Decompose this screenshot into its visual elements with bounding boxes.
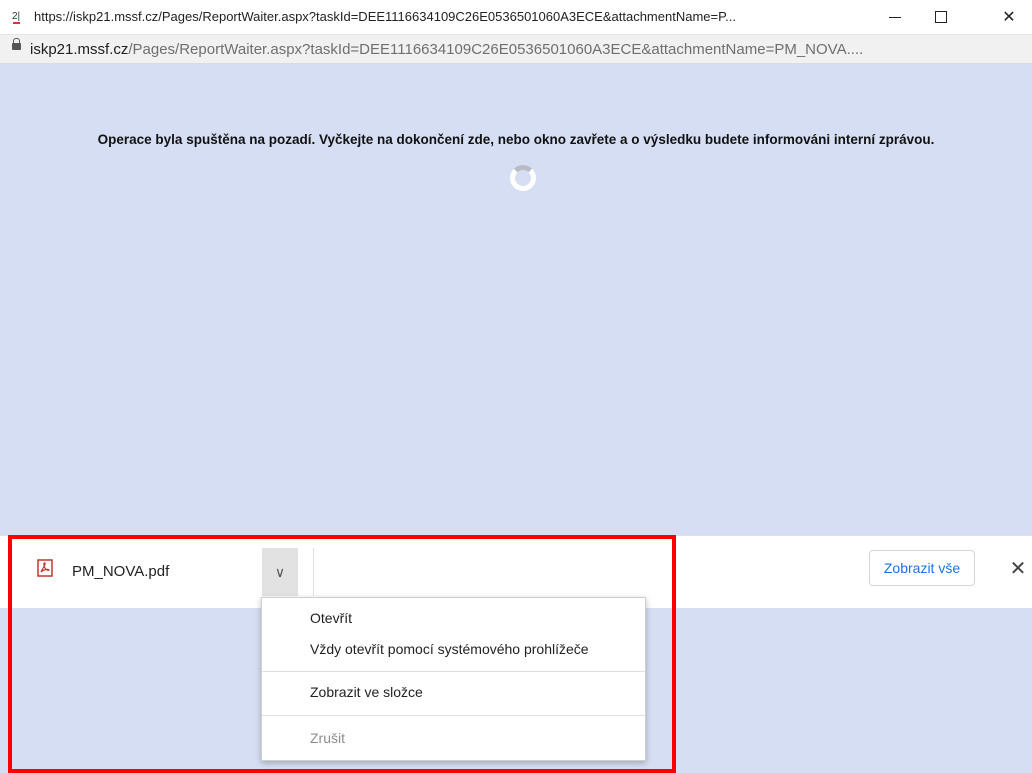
minimize-icon [889,16,901,18]
show-all-button[interactable]: Zobrazit vše [869,550,975,586]
menu-separator [262,715,645,716]
loading-spinner-icon [510,165,536,191]
lock-icon[interactable] [12,38,21,50]
app-icon: 2| [12,11,21,24]
download-separator [313,548,314,596]
download-item[interactable]: PM_NOVA.pdf [22,554,262,590]
download-file-name: PM_NOVA.pdf [72,563,170,580]
window-title: https://iskp21.mssf.cz/Pages/ReportWaite… [34,9,736,24]
address-bar[interactable]: iskp21.mssf.cz/Pages/ReportWaiter.aspx?t… [0,35,1032,64]
close-icon: ✕ [1009,557,1027,580]
pdf-file-icon [37,559,53,577]
download-options-button[interactable]: ∨ [262,548,298,596]
menu-item-cancel[interactable]: Zrušit [310,730,345,746]
address-text[interactable]: iskp21.mssf.cz/Pages/ReportWaiter.aspx?t… [30,41,863,58]
maximize-icon [935,11,947,23]
address-host: iskp21.mssf.cz [30,41,129,58]
maximize-button[interactable] [918,0,964,34]
minimize-button[interactable] [872,0,918,34]
close-download-bar-button[interactable]: ✕ [1006,556,1030,580]
menu-item-show-in-folder[interactable]: Zobrazit ve složce [310,684,423,700]
download-context-menu: Otevřít Vždy otevřít pomocí systémového … [261,597,646,761]
window-titlebar: 2| https://iskp21.mssf.cz/Pages/ReportWa… [0,0,1032,35]
status-message: Operace byla spuštěna na pozadí. Vyčkejt… [97,132,935,147]
menu-separator [262,671,645,672]
menu-item-open[interactable]: Otevřít [310,610,352,626]
address-path: /Pages/ReportWaiter.aspx?taskId=DEE11166… [128,41,864,58]
chevron-down-icon: ∨ [274,563,286,580]
close-window-button[interactable]: ✕ [986,0,1032,34]
menu-item-always-open-system[interactable]: Vždy otevřít pomocí systémového prohlíže… [310,641,589,657]
close-icon: ✕ [1002,9,1016,26]
